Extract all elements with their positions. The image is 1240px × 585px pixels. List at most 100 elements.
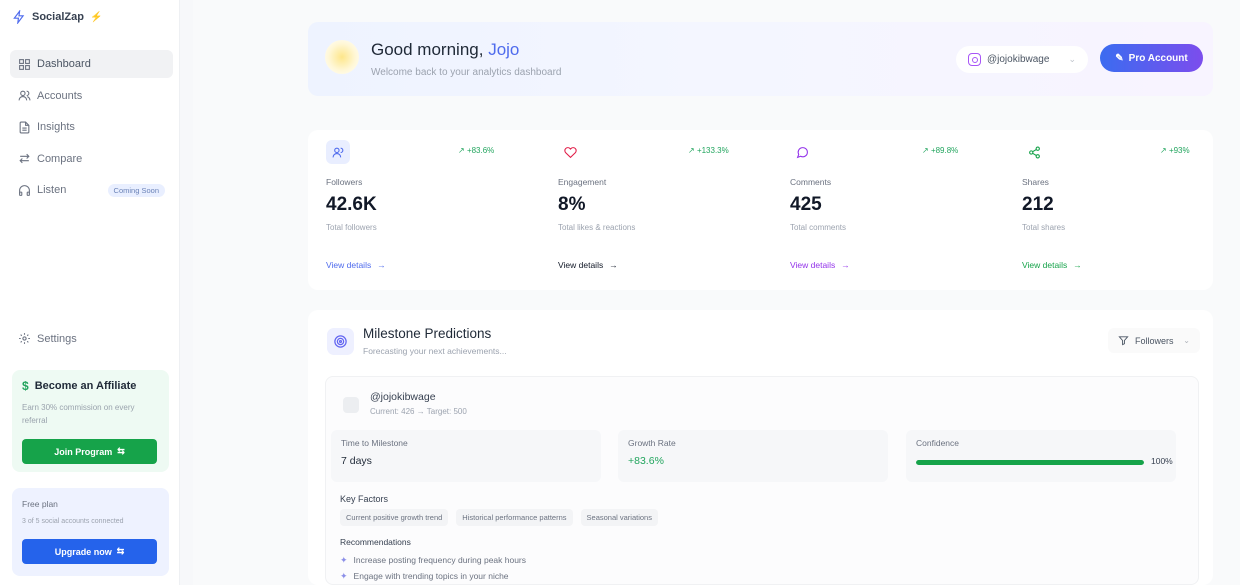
metric-value: 7 days (341, 455, 372, 467)
welcome-header: Good morning, Jojo Welcome back to your … (308, 22, 1213, 96)
sidebar-item-label: Dashboard (37, 58, 91, 70)
avatar (343, 397, 359, 413)
greeting-text: Good morning, (371, 40, 484, 59)
sidebar-item-dashboard[interactable]: Dashboard (10, 50, 173, 78)
chevron-down-icon: ⌄ (1183, 336, 1190, 345)
sidebar-item-label: Compare (37, 152, 83, 165)
trend-badge: ↗ +133.3% (688, 146, 729, 155)
trend-up-icon: ↗ (1160, 146, 1167, 155)
trend-badge: ↗ +89.8% (922, 146, 958, 155)
stat-card-comments: ↗ +89.8% Comments 425 Total comments Vie… (772, 130, 1004, 290)
metric-label: Confidence (916, 438, 960, 448)
greeting: Good morning, Jojo (371, 40, 519, 60)
arrow-right-icon: → (1073, 260, 1082, 270)
brand-name: SocialZap (32, 11, 84, 23)
arrow-right-icon: → (416, 407, 427, 416)
sidebar-item-insights[interactable]: Insights (10, 113, 173, 141)
recommendations-list: ✦ Increase posting frequency during peak… (340, 552, 526, 584)
view-details-label: View details (790, 260, 836, 270)
dollar-icon: $ (22, 379, 29, 393)
trend-up-icon: ↗ (688, 146, 695, 155)
sparkle-icon: ✦ (340, 554, 348, 565)
stat-subtitle: Total comments (790, 223, 847, 232)
sidebar-item-label: Insights (37, 121, 75, 133)
confidence-progress-fill (916, 460, 1144, 465)
metric-filter-dropdown[interactable]: Followers ⌄ (1108, 328, 1200, 353)
trend-up-icon: ↗ (458, 146, 465, 155)
target-value: Target: 500 (426, 407, 467, 416)
trend-up-icon: ↗ (922, 146, 929, 155)
account-handle: @jojokibwage (987, 54, 1050, 65)
view-details-link[interactable]: View details → (790, 260, 850, 270)
view-details-label: View details (558, 260, 604, 270)
affiliate-title-text: Become an Affiliate (34, 380, 137, 392)
arrow-right-icon: → (377, 260, 386, 270)
sidebar-item-settings[interactable]: Settings (18, 332, 77, 345)
sidebar-item-compare[interactable]: Compare (10, 145, 173, 173)
user-name: Jojo (488, 40, 520, 59)
view-details-link[interactable]: View details → (558, 260, 618, 270)
sidebar-item-accounts[interactable]: Accounts (10, 82, 173, 110)
lightning-icon: ⚡ (89, 11, 103, 23)
affiliate-title: $ Become an Affiliate (22, 379, 159, 393)
prediction-panel: @jojokibwage Current: 426 → Target: 500 … (325, 376, 1199, 585)
join-program-button[interactable]: Join Program ⇆ (22, 439, 157, 464)
sidebar-nav: Dashboard Accounts Insights Compare List… (10, 50, 173, 208)
prediction-account-handle: @jojokibwage (370, 391, 436, 403)
pro-account-label: Pro Account (1128, 52, 1188, 64)
trend-badge: ↗ +83.6% (458, 146, 494, 155)
users-icon (18, 90, 31, 101)
arrows-swap-icon (19, 153, 30, 164)
confidence-value: 100% (1151, 456, 1173, 466)
confidence-metric: Confidence 100% (906, 430, 1176, 482)
gear-icon (19, 333, 30, 344)
stat-label: Followers (326, 177, 363, 187)
chevron-down-icon: ⌄ (1068, 54, 1076, 64)
sidebar-item-listen[interactable]: Listen Coming Soon (10, 176, 173, 204)
trend-value: +133.3% (696, 146, 729, 155)
time-to-milestone-metric: Time to Milestone 7 days (331, 430, 601, 482)
sidebar-item-label: Settings (37, 332, 77, 345)
view-details-link[interactable]: View details → (326, 260, 386, 270)
trend-value: +83.6% (466, 146, 495, 155)
account-selector[interactable]: @jojokibwage ⌄ (956, 46, 1088, 73)
stat-value: 425 (790, 194, 822, 215)
confidence-progress-bar (916, 460, 1144, 465)
metric-value: +83.6% (628, 455, 664, 467)
plan-name: Free plan (22, 499, 58, 509)
arrow-right-icon: → (841, 260, 850, 270)
list-item: ✦ Increase posting frequency during peak… (340, 552, 526, 568)
comment-icon (790, 140, 814, 164)
arrows-swap-icon: ⇆ (116, 546, 125, 556)
brand[interactable]: SocialZap ⚡ (12, 10, 102, 24)
key-factors-list: Current positive growth trend Historical… (340, 509, 658, 526)
sidebar-item-label: Listen (37, 184, 67, 196)
milestone-predictions-card: Milestone Predictions Forecasting your n… (308, 310, 1213, 585)
stat-label: Comments (790, 177, 832, 187)
sparkle-icon: ✦ (340, 570, 348, 581)
join-program-label: Join Program (54, 446, 113, 457)
filter-label: Followers (1135, 335, 1174, 346)
key-factors-title: Key Factors (340, 494, 389, 504)
view-details-link[interactable]: View details → (1022, 260, 1082, 270)
trend-value: +89.8% (930, 146, 959, 155)
main-content: Good morning, Jojo Welcome back to your … (193, 0, 1240, 585)
milestone-title: Milestone Predictions (363, 326, 492, 341)
stats-row: ↗ +83.6% Followers 42.6K Total followers… (308, 130, 1213, 290)
key-factor-chip: Historical performance patterns (456, 509, 573, 526)
stat-subtitle: Total likes & reactions (558, 223, 636, 232)
recommendation-text: Engage with trending topics in your nich… (353, 571, 509, 581)
plan-card: Free plan 3 of 5 social accounts connect… (12, 488, 169, 576)
metric-label: Time to Milestone (341, 438, 408, 448)
view-details-label: View details (326, 260, 372, 270)
trend-value: +93% (1168, 146, 1190, 155)
milestone-subtitle: Forecasting your next achievements... (363, 346, 507, 356)
upgrade-button[interactable]: Upgrade now ⇆ (22, 539, 157, 564)
trend-badge: ↗ +93% (1160, 146, 1190, 155)
headphones-icon (19, 184, 30, 196)
stat-card-engagement: ↗ +133.3% Engagement 8% Total likes & re… (540, 130, 772, 290)
prediction-progress: Current: 426 → Target: 500 (370, 407, 467, 416)
heart-icon (558, 140, 582, 164)
affiliate-card: $ Become an Affiliate Earn 30% commissio… (12, 370, 169, 472)
pro-account-button[interactable]: ✎ Pro Account (1100, 44, 1203, 72)
